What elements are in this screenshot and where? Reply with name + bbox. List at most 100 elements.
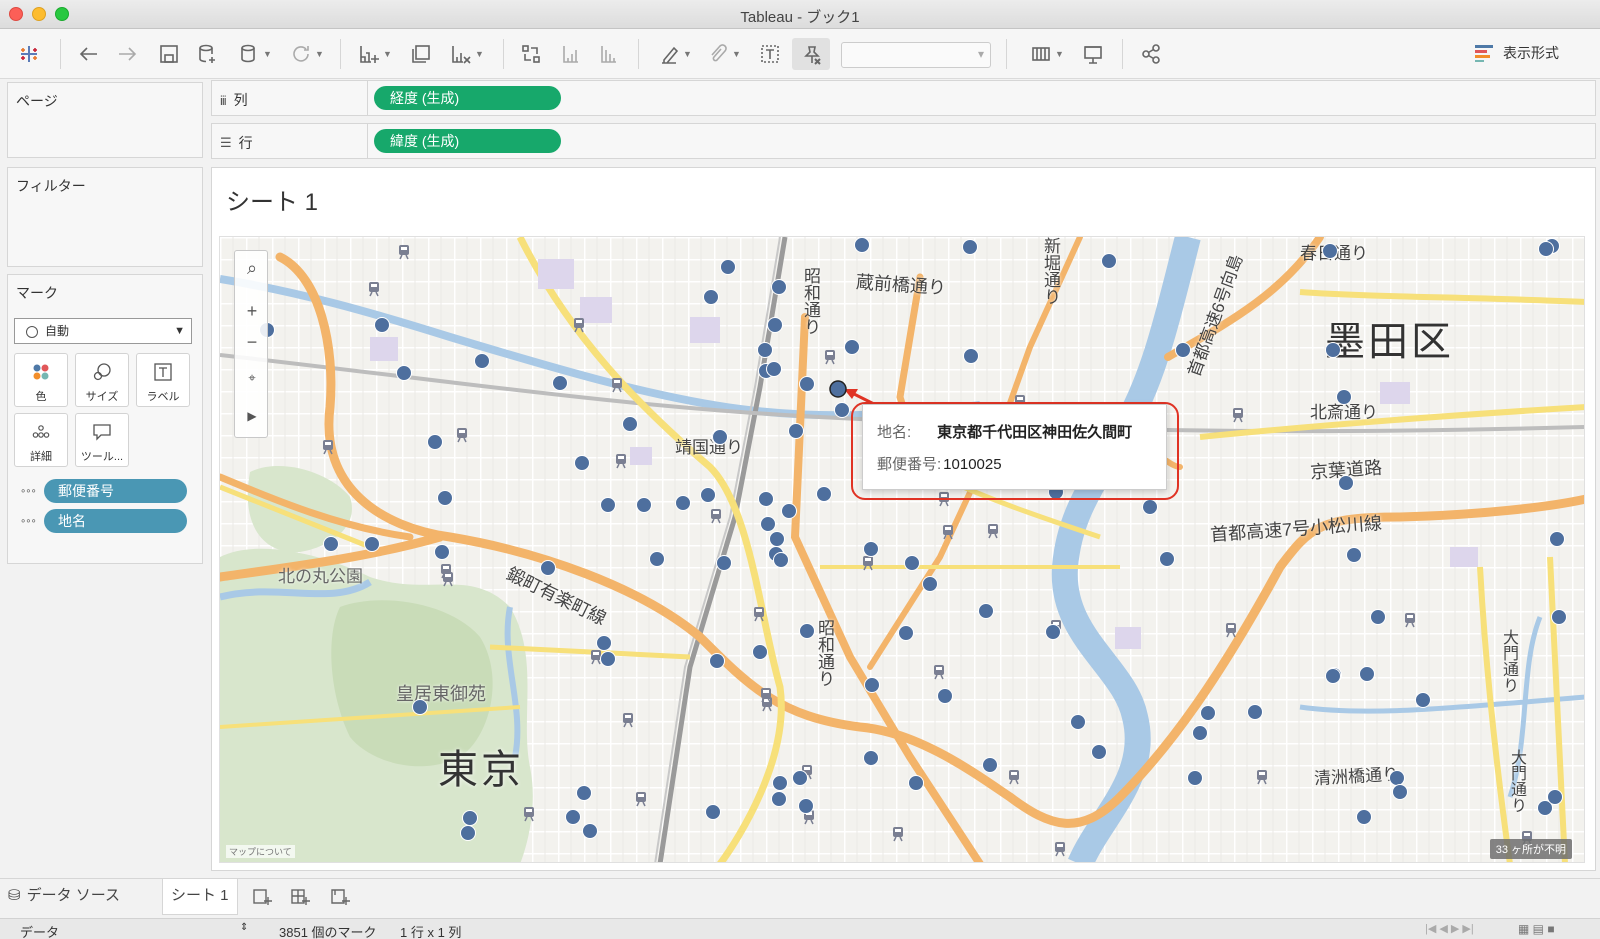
redo-icon[interactable] (112, 38, 142, 70)
zip-field-pill[interactable]: 郵便番号 (44, 479, 187, 503)
new-data-source-icon[interactable] (192, 38, 222, 70)
tableau-logo-icon[interactable] (14, 38, 44, 70)
swap-rows-columns-icon[interactable] (516, 38, 546, 70)
zip-marker[interactable] (622, 416, 638, 432)
highlight-icon[interactable]: ▼ (652, 38, 698, 70)
zip-code-markers[interactable] (220, 237, 1585, 863)
place-field-pill[interactable]: 地名 (44, 509, 187, 533)
share-icon[interactable] (1136, 38, 1166, 70)
zip-marker[interactable] (1091, 744, 1107, 760)
data-source-tab[interactable]: ⛁ データ ソース (8, 879, 120, 915)
zip-marker[interactable] (854, 237, 870, 253)
clear-sheet-icon[interactable]: ▼ (444, 38, 490, 70)
zip-marker[interactable] (474, 353, 490, 369)
size-button[interactable]: サイズ (75, 353, 129, 407)
tooltip-button[interactable]: ツール... (75, 413, 129, 467)
zip-marker[interactable] (752, 644, 768, 660)
zip-marker[interactable] (922, 576, 938, 592)
pause-updates-icon[interactable]: ▼ (232, 38, 278, 70)
sheet-tab[interactable]: シート 1 (162, 879, 238, 915)
latitude-pill[interactable]: 緯度 (生成) (374, 129, 561, 153)
show-me-button[interactable]: 表示形式 (1475, 43, 1559, 63)
zip-marker[interactable] (863, 750, 879, 766)
zip-marker[interactable] (1325, 668, 1341, 684)
new-worksheet-icon[interactable]: ▼ (352, 38, 398, 70)
new-story-tab-icon[interactable] (330, 879, 350, 915)
zip-marker[interactable] (1392, 784, 1408, 800)
filters-card[interactable]: フィルター (7, 167, 203, 267)
map-search-icon[interactable]: ⌕ (235, 253, 269, 283)
zip-marker[interactable] (771, 279, 787, 295)
zip-marker[interactable] (396, 365, 412, 381)
zip-marker[interactable] (437, 490, 453, 506)
zip-marker[interactable] (798, 798, 814, 814)
zip-marker[interactable] (1247, 704, 1263, 720)
longitude-pill[interactable]: 経度 (生成) (374, 86, 561, 110)
zip-marker[interactable] (703, 289, 719, 305)
zip-marker[interactable] (799, 376, 815, 392)
show-cards-icon[interactable]: ▼ (1024, 38, 1070, 70)
zip-marker[interactable] (816, 486, 832, 502)
group-members-icon[interactable]: ▼ (704, 38, 744, 70)
zip-marker[interactable] (769, 531, 785, 547)
zip-marker[interactable] (716, 555, 732, 571)
zip-marker[interactable] (1338, 475, 1354, 491)
zip-marker[interactable] (962, 239, 978, 255)
label-button[interactable]: ラベル (136, 353, 190, 407)
sort-ascending-icon[interactable] (556, 38, 586, 70)
zip-marker[interactable] (364, 536, 380, 552)
show-mark-labels-icon[interactable] (755, 38, 785, 70)
duplicate-sheet-icon[interactable] (406, 38, 436, 70)
zip-marker[interactable] (1551, 609, 1567, 625)
zip-marker[interactable] (1045, 624, 1061, 640)
zip-marker[interactable] (1101, 253, 1117, 269)
zip-marker[interactable] (767, 317, 783, 333)
detail-button[interactable]: 詳細 (14, 413, 68, 467)
zip-marker[interactable] (649, 551, 665, 567)
zip-marker[interactable] (766, 361, 782, 377)
map-attribution-link[interactable]: マップについて (226, 845, 295, 858)
unknown-locations-indicator[interactable]: 33 ヶ所が不明 (1489, 839, 1572, 859)
zip-marker[interactable] (1200, 705, 1216, 721)
zip-marker[interactable] (460, 825, 476, 841)
zip-marker[interactable] (712, 429, 728, 445)
zip-marker[interactable] (1359, 666, 1375, 682)
sheet-navigation-arrows[interactable]: |◀ ◀ ▶ ▶| (1425, 922, 1474, 935)
zip-marker[interactable] (596, 635, 612, 651)
new-worksheet-tab-icon[interactable] (252, 879, 272, 915)
save-icon[interactable] (154, 38, 184, 70)
selected-marker[interactable] (827, 378, 849, 400)
zip-marker[interactable] (675, 495, 691, 511)
zip-marker[interactable] (760, 516, 776, 532)
zip-marker[interactable] (1192, 725, 1208, 741)
zip-marker[interactable] (908, 775, 924, 791)
zip-marker[interactable] (1415, 692, 1431, 708)
undo-icon[interactable] (74, 38, 104, 70)
zoom-in-button[interactable]: + (235, 296, 269, 326)
zip-marker[interactable] (757, 342, 773, 358)
zip-marker[interactable] (799, 623, 815, 639)
zip-marker[interactable] (323, 536, 339, 552)
zip-marker[interactable] (758, 491, 774, 507)
zip-marker[interactable] (772, 775, 788, 791)
zip-marker[interactable] (1322, 243, 1338, 259)
new-dashboard-tab-icon[interactable] (290, 879, 310, 915)
zip-marker[interactable] (937, 688, 953, 704)
zip-marker[interactable] (540, 560, 556, 576)
refresh-icon[interactable]: ▼ (284, 38, 330, 70)
zip-marker[interactable] (1187, 770, 1203, 786)
zip-marker[interactable] (904, 555, 920, 571)
rows-shelf[interactable]: ☰ 行 緯度 (生成) (211, 123, 1596, 159)
zip-marker[interactable] (863, 541, 879, 557)
zip-marker[interactable] (792, 770, 808, 786)
zip-marker[interactable] (1547, 789, 1563, 805)
zip-marker[interactable] (576, 785, 592, 801)
zip-marker[interactable] (1325, 342, 1341, 358)
zip-marker[interactable] (705, 804, 721, 820)
zip-marker[interactable] (898, 625, 914, 641)
columns-shelf[interactable]: iii 列 経度 (生成) (211, 80, 1596, 116)
zip-marker[interactable] (1549, 531, 1565, 547)
pin-map-icon[interactable]: ⌖ (235, 363, 269, 393)
zip-marker[interactable] (427, 434, 443, 450)
zip-marker[interactable] (720, 259, 736, 275)
